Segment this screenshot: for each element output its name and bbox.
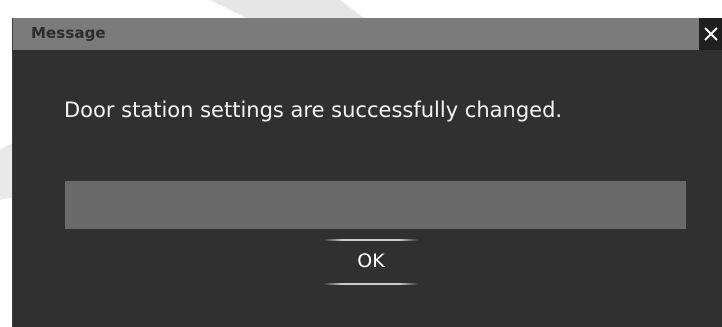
progress-bar-fill [65, 181, 686, 229]
progress-bar [65, 181, 686, 229]
close-icon [704, 27, 718, 41]
message-dialog: Message Door station settings are succes… [12, 18, 722, 327]
ok-button-bottom-border [323, 283, 419, 285]
dialog-title: Message [31, 24, 106, 42]
close-button[interactable] [699, 18, 722, 50]
dialog-titlebar: Message [13, 18, 722, 50]
ok-button-label: OK [357, 250, 385, 272]
ok-button[interactable]: OK [323, 237, 419, 285]
ok-button-top-border [323, 239, 419, 241]
screen: Message Door station settings are succes… [0, 0, 722, 327]
dialog-message: Door station settings are successfully c… [64, 98, 563, 122]
